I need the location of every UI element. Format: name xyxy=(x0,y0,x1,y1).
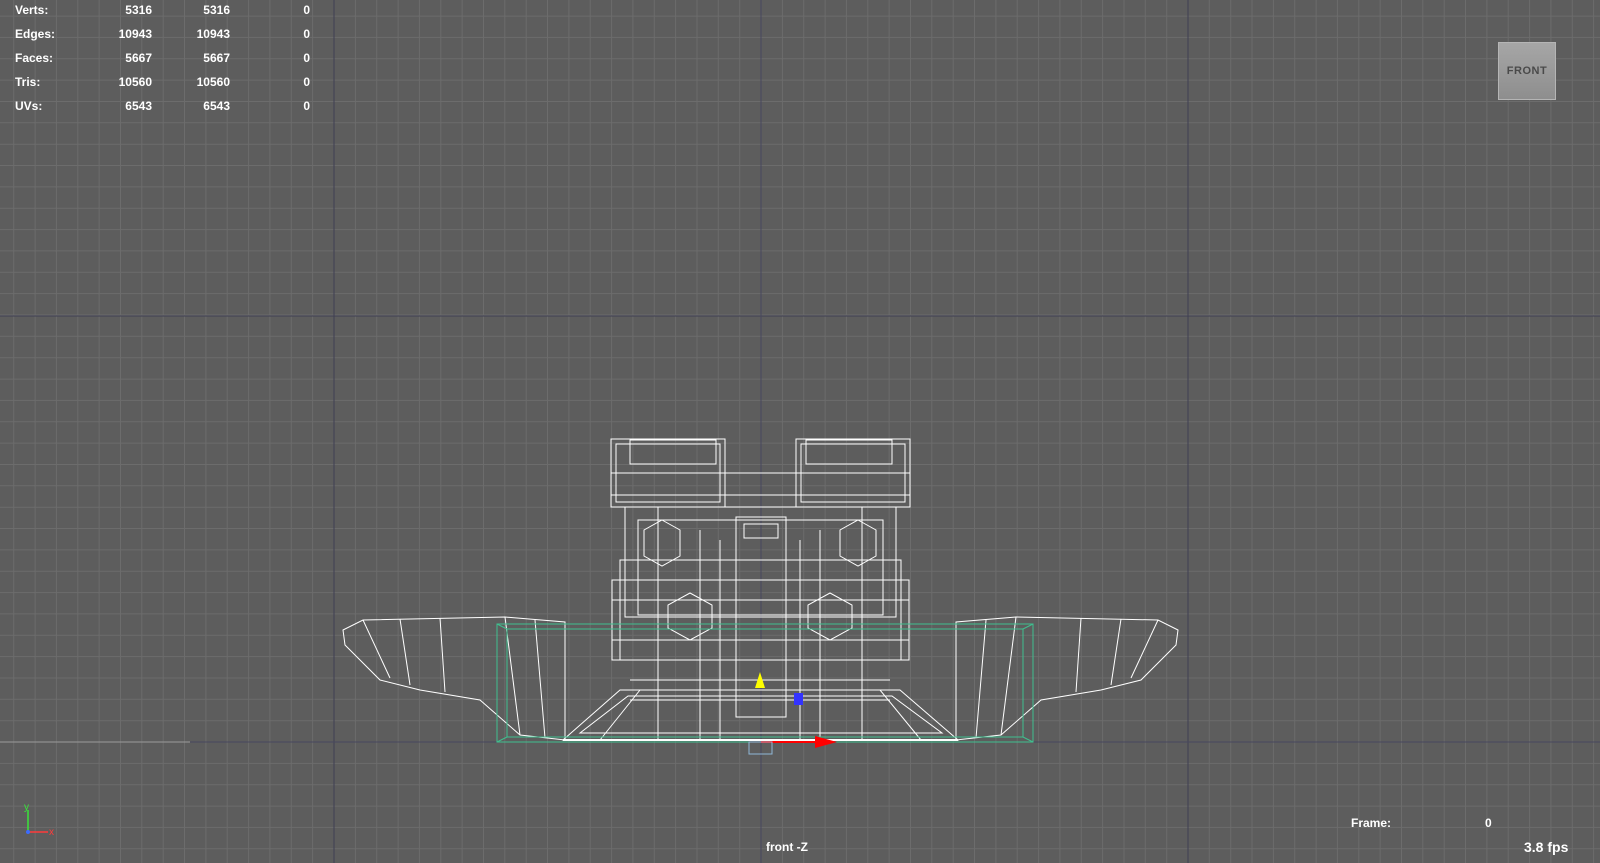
hud-faces-label: Faces: xyxy=(15,51,54,65)
hud-edges-value-3: 0 xyxy=(303,27,310,41)
hud-faces-value-2: 5667 xyxy=(203,51,230,65)
viewcube-label: FRONT xyxy=(1506,65,1548,77)
hud-tris-value-3: 0 xyxy=(303,75,310,89)
frame-label: Frame: xyxy=(1351,816,1392,830)
hud-faces-value-3: 0 xyxy=(303,51,310,65)
hud-tris-value-1: 10560 xyxy=(118,75,152,89)
selection-bounding-box xyxy=(496,623,1034,743)
viewcube-front[interactable]: FRONT xyxy=(1498,42,1556,100)
hud-uvs-label: UVs: xyxy=(15,99,43,113)
hud-verts-label: Verts: xyxy=(15,3,49,17)
hud-uvs-value-1: 6543 xyxy=(125,99,152,113)
hud-edges-value-1: 10943 xyxy=(118,27,152,41)
hud-verts-value-3: 0 xyxy=(303,3,310,17)
camera-name-label: front -Z xyxy=(766,840,808,854)
axis-y-label: y xyxy=(24,802,29,813)
hud-edges-value-2: 10943 xyxy=(196,27,230,41)
axis-gizmo-icon: y x xyxy=(24,802,54,838)
axis-x-label: x xyxy=(49,827,54,838)
viewport-grid xyxy=(0,0,1600,863)
hud-verts-value-1: 5316 xyxy=(125,3,152,17)
hud-tris-value-2: 10560 xyxy=(196,75,230,89)
frame-value: 0 xyxy=(1485,816,1492,830)
hud-uvs-value-3: 0 xyxy=(303,99,310,113)
hud-edges-label: Edges: xyxy=(15,27,56,41)
hud-uvs-value-2: 6543 xyxy=(203,99,230,113)
hud-tris-label: Tris: xyxy=(15,75,41,89)
move-manipulator[interactable] xyxy=(748,672,837,755)
hud-faces-value-1: 5667 xyxy=(125,51,152,65)
front-viewport[interactable]: Verts: 5316 5316 0 Edges: 10943 10943 0 … xyxy=(0,0,1600,863)
hud-verts-value-2: 5316 xyxy=(203,3,230,17)
fps-readout: 3.8 fps xyxy=(1524,839,1569,855)
